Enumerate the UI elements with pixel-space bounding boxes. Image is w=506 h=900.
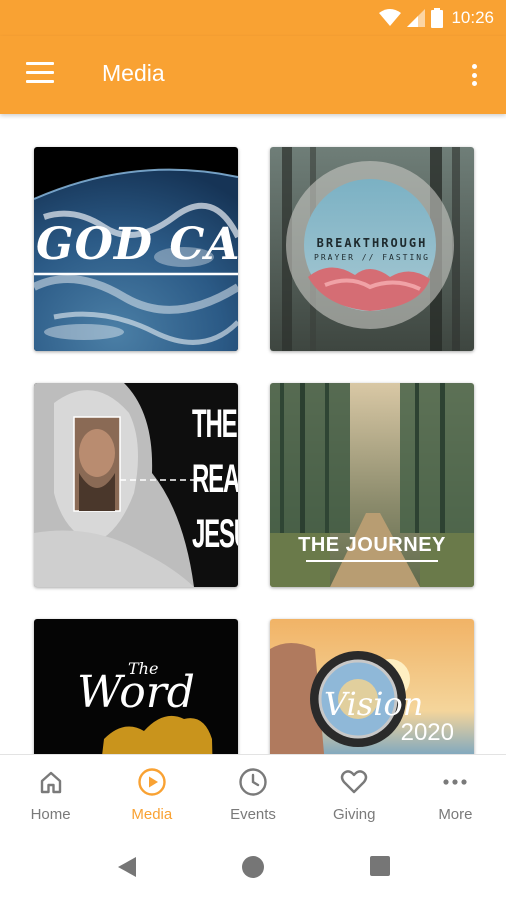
media-tile-title: BREAKTHROUGH xyxy=(316,236,428,250)
nav-item-events[interactable]: Events xyxy=(202,755,303,836)
nav-label: Media xyxy=(131,806,173,823)
media-tile-title: GOD CAN xyxy=(36,219,238,270)
status-time: 10:26 xyxy=(451,8,494,27)
cell-signal-icon xyxy=(407,9,426,27)
media-tile-title: Vision xyxy=(324,685,424,723)
menu-icon[interactable] xyxy=(26,62,54,86)
media-tile-title: Word xyxy=(77,667,195,718)
nav-label: Events xyxy=(230,806,276,823)
nav-item-giving[interactable]: Giving xyxy=(304,755,405,836)
overflow-menu-icon[interactable] xyxy=(464,60,484,90)
nav-item-home[interactable]: Home xyxy=(0,755,101,836)
media-tile-title: THE JOURNEY xyxy=(298,534,446,556)
media-tile-title-block: THE REAL JESUS xyxy=(192,397,238,562)
status-bar: 10:26 xyxy=(0,0,506,36)
media-grid: GOD CAN BREAKTHROUG xyxy=(0,114,506,754)
nav-label: Home xyxy=(30,806,71,823)
play-circle-icon xyxy=(138,768,166,796)
media-tile-vision-2020[interactable]: Vision 2020 xyxy=(270,619,474,754)
nav-item-media[interactable]: Media xyxy=(101,755,202,836)
nav-label: Giving xyxy=(332,806,376,823)
back-icon[interactable] xyxy=(116,856,138,878)
more-horizontal-icon xyxy=(443,779,468,785)
media-tile-title-line: REAL xyxy=(192,457,238,501)
home-icon xyxy=(40,771,61,794)
media-tile-the-journey[interactable]: THE JOURNEY xyxy=(270,383,474,587)
media-tile-god-can[interactable]: GOD CAN xyxy=(34,147,238,351)
home-button-icon[interactable] xyxy=(242,856,264,878)
media-tile-year: 2020 xyxy=(400,719,454,746)
app-bar: Media xyxy=(0,36,506,114)
nav-label: More xyxy=(438,806,473,823)
system-nav-bar xyxy=(0,836,506,900)
wifi-icon xyxy=(379,9,402,26)
media-tile-the-word[interactable]: The Word xyxy=(34,619,238,754)
battery-icon xyxy=(431,8,444,28)
page-title: Media xyxy=(102,60,165,86)
bottom-nav: Home Media Events Giving More xyxy=(0,754,506,836)
heart-icon xyxy=(341,770,368,794)
media-tile-subtitle: PRAYER // FASTING xyxy=(314,253,430,262)
media-tile-breakthrough[interactable]: BREAKTHROUGH PRAYER // FASTING xyxy=(270,147,474,351)
media-tile-title-line: JESUS xyxy=(192,512,238,556)
clock-icon xyxy=(239,768,267,796)
media-tile-real-jesus[interactable]: THE REAL JESUS xyxy=(34,383,238,587)
recent-apps-icon[interactable] xyxy=(370,856,390,876)
nav-item-more[interactable]: More xyxy=(405,755,506,836)
media-tile-title-line: THE xyxy=(192,402,238,446)
status-icons xyxy=(379,8,444,28)
media-tile-underline xyxy=(306,560,438,562)
